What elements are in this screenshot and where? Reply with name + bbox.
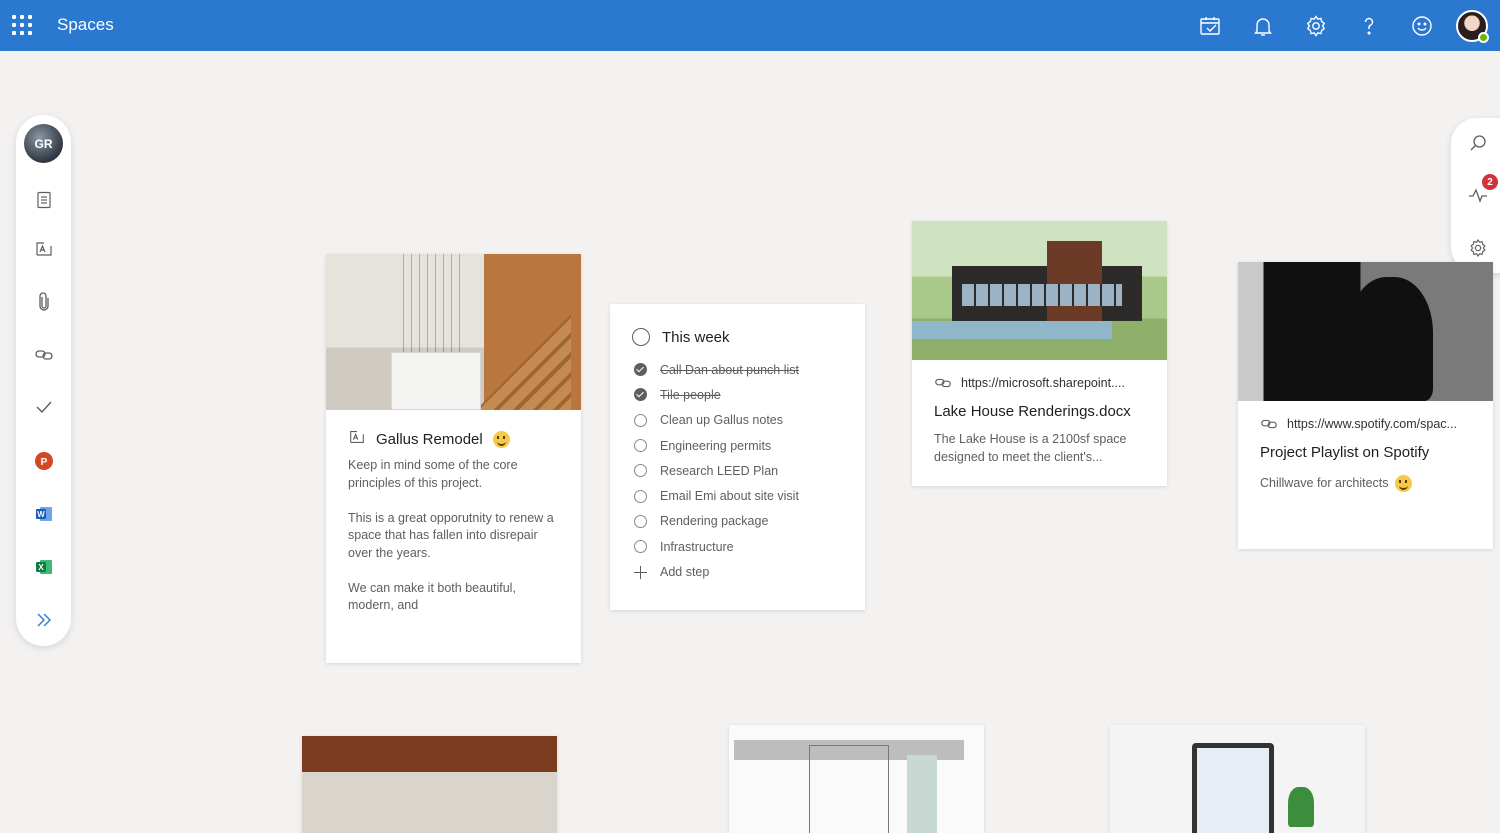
card-body: Keep in mind some of the core principles… <box>348 457 563 632</box>
note-paragraph: Keep in mind some of the core principles… <box>348 458 518 490</box>
card-description: Chillwave for architects <box>1260 475 1412 493</box>
plus-icon <box>634 565 647 579</box>
link-icon <box>1261 419 1277 429</box>
empty-circle-icon[interactable] <box>634 439 647 453</box>
attachment-icon[interactable] <box>29 287 59 317</box>
header-actions <box>1183 0 1500 51</box>
task-list: Call Dan about punch list Tile people Cl… <box>634 357 799 585</box>
gallus-remodel-card[interactable]: Gallus Remodel Keep in mind some of the … <box>326 254 581 663</box>
sunglasses-emoji-icon <box>1394 475 1412 493</box>
empty-circle-icon[interactable] <box>634 489 647 503</box>
gallus-title-text: Gallus Remodel <box>376 430 483 448</box>
svg-text:P: P <box>41 457 48 468</box>
app-title[interactable]: Spaces <box>57 15 114 35</box>
smile-emoji-icon <box>492 430 510 448</box>
card-image <box>729 725 984 833</box>
card-title[interactable]: Project Playlist on Spotify <box>1260 444 1429 461</box>
top-bar: Spaces <box>0 0 1500 51</box>
task-item[interactable]: Infrastructure <box>634 534 799 559</box>
search-icon[interactable] <box>1465 130 1491 156</box>
link-icon[interactable] <box>29 340 59 370</box>
kitchen-image-card[interactable] <box>302 736 557 833</box>
task-complete-toggle-icon[interactable] <box>632 328 650 346</box>
excel-icon[interactable]: X <box>29 552 59 582</box>
checkmark-icon[interactable] <box>29 392 59 422</box>
task-list-title-text: This week <box>662 328 730 346</box>
note-icon <box>348 428 366 450</box>
user-avatar[interactable] <box>1456 9 1489 43</box>
card-title[interactable]: Lake House Renderings.docx <box>934 403 1131 420</box>
activity-badge: 2 <box>1482 174 1498 190</box>
empty-circle-icon[interactable] <box>634 514 647 528</box>
task-item[interactable]: Engineering permits <box>634 433 799 458</box>
powerpoint-icon[interactable]: P <box>29 446 59 476</box>
card-image <box>912 221 1167 360</box>
card-description: The Lake House is a 2100sf space designe… <box>934 432 1127 464</box>
gear-icon[interactable] <box>1465 235 1491 261</box>
right-rail <box>1451 118 1500 273</box>
task-item[interactable]: Call Dan about punch list <box>634 357 799 382</box>
card-image <box>1110 725 1365 833</box>
card-image <box>326 254 581 410</box>
task-item[interactable]: Rendering package <box>634 509 799 534</box>
floor-plan-card[interactable] <box>729 725 984 833</box>
checked-circle-icon[interactable] <box>634 363 647 377</box>
task-item[interactable]: Research LEED Plan <box>634 458 799 483</box>
svg-text:X: X <box>38 563 44 572</box>
task-item[interactable]: Clean up Gallus notes <box>634 408 799 433</box>
add-step-button[interactable]: Add step <box>634 559 799 584</box>
lake-house-link-card[interactable]: https://microsoft.sharepoint.... Lake Ho… <box>912 221 1167 486</box>
link-url-row[interactable]: https://microsoft.sharepoint.... <box>934 374 1125 392</box>
task-list-title[interactable]: This week <box>632 328 730 346</box>
svg-text:W: W <box>37 510 45 519</box>
space-avatar[interactable]: GR <box>24 124 63 163</box>
gear-icon[interactable] <box>1289 0 1342 51</box>
empty-circle-icon[interactable] <box>634 413 647 427</box>
checked-circle-icon[interactable] <box>634 388 647 402</box>
tablet-document-card[interactable] <box>1110 725 1365 833</box>
page-icon[interactable] <box>29 185 59 215</box>
note-icon[interactable] <box>29 234 59 264</box>
bell-icon[interactable] <box>1236 0 1289 51</box>
expand-icon[interactable] <box>29 605 59 635</box>
link-url-row[interactable]: https://www.spotify.com/spac... <box>1260 415 1457 433</box>
empty-circle-icon[interactable] <box>634 540 647 554</box>
empty-circle-icon[interactable] <box>634 464 647 478</box>
card-image <box>302 736 557 833</box>
card-title: Gallus Remodel <box>348 428 510 450</box>
note-paragraph: We can make it both beautiful, modern, a… <box>348 580 516 613</box>
note-paragraph: This is a great opporutnity to renew a s… <box>348 510 554 560</box>
calendar-check-icon[interactable] <box>1183 0 1236 51</box>
this-week-tasks-card[interactable]: This week Call Dan about punch list Tile… <box>610 304 865 610</box>
help-icon[interactable] <box>1342 0 1395 51</box>
card-image <box>1238 262 1493 401</box>
task-item[interactable]: Tile people <box>634 382 799 407</box>
link-icon <box>935 378 951 388</box>
presence-status-icon <box>1478 31 1489 43</box>
spotify-link-card[interactable]: https://www.spotify.com/spac... Project … <box>1238 262 1493 549</box>
feedback-smiley-icon[interactable] <box>1395 0 1448 51</box>
app-launcher-icon[interactable] <box>12 15 32 35</box>
left-rail: GR P W X <box>16 115 71 646</box>
word-icon[interactable]: W <box>29 499 59 529</box>
task-item[interactable]: Email Emi about site visit <box>634 483 799 508</box>
